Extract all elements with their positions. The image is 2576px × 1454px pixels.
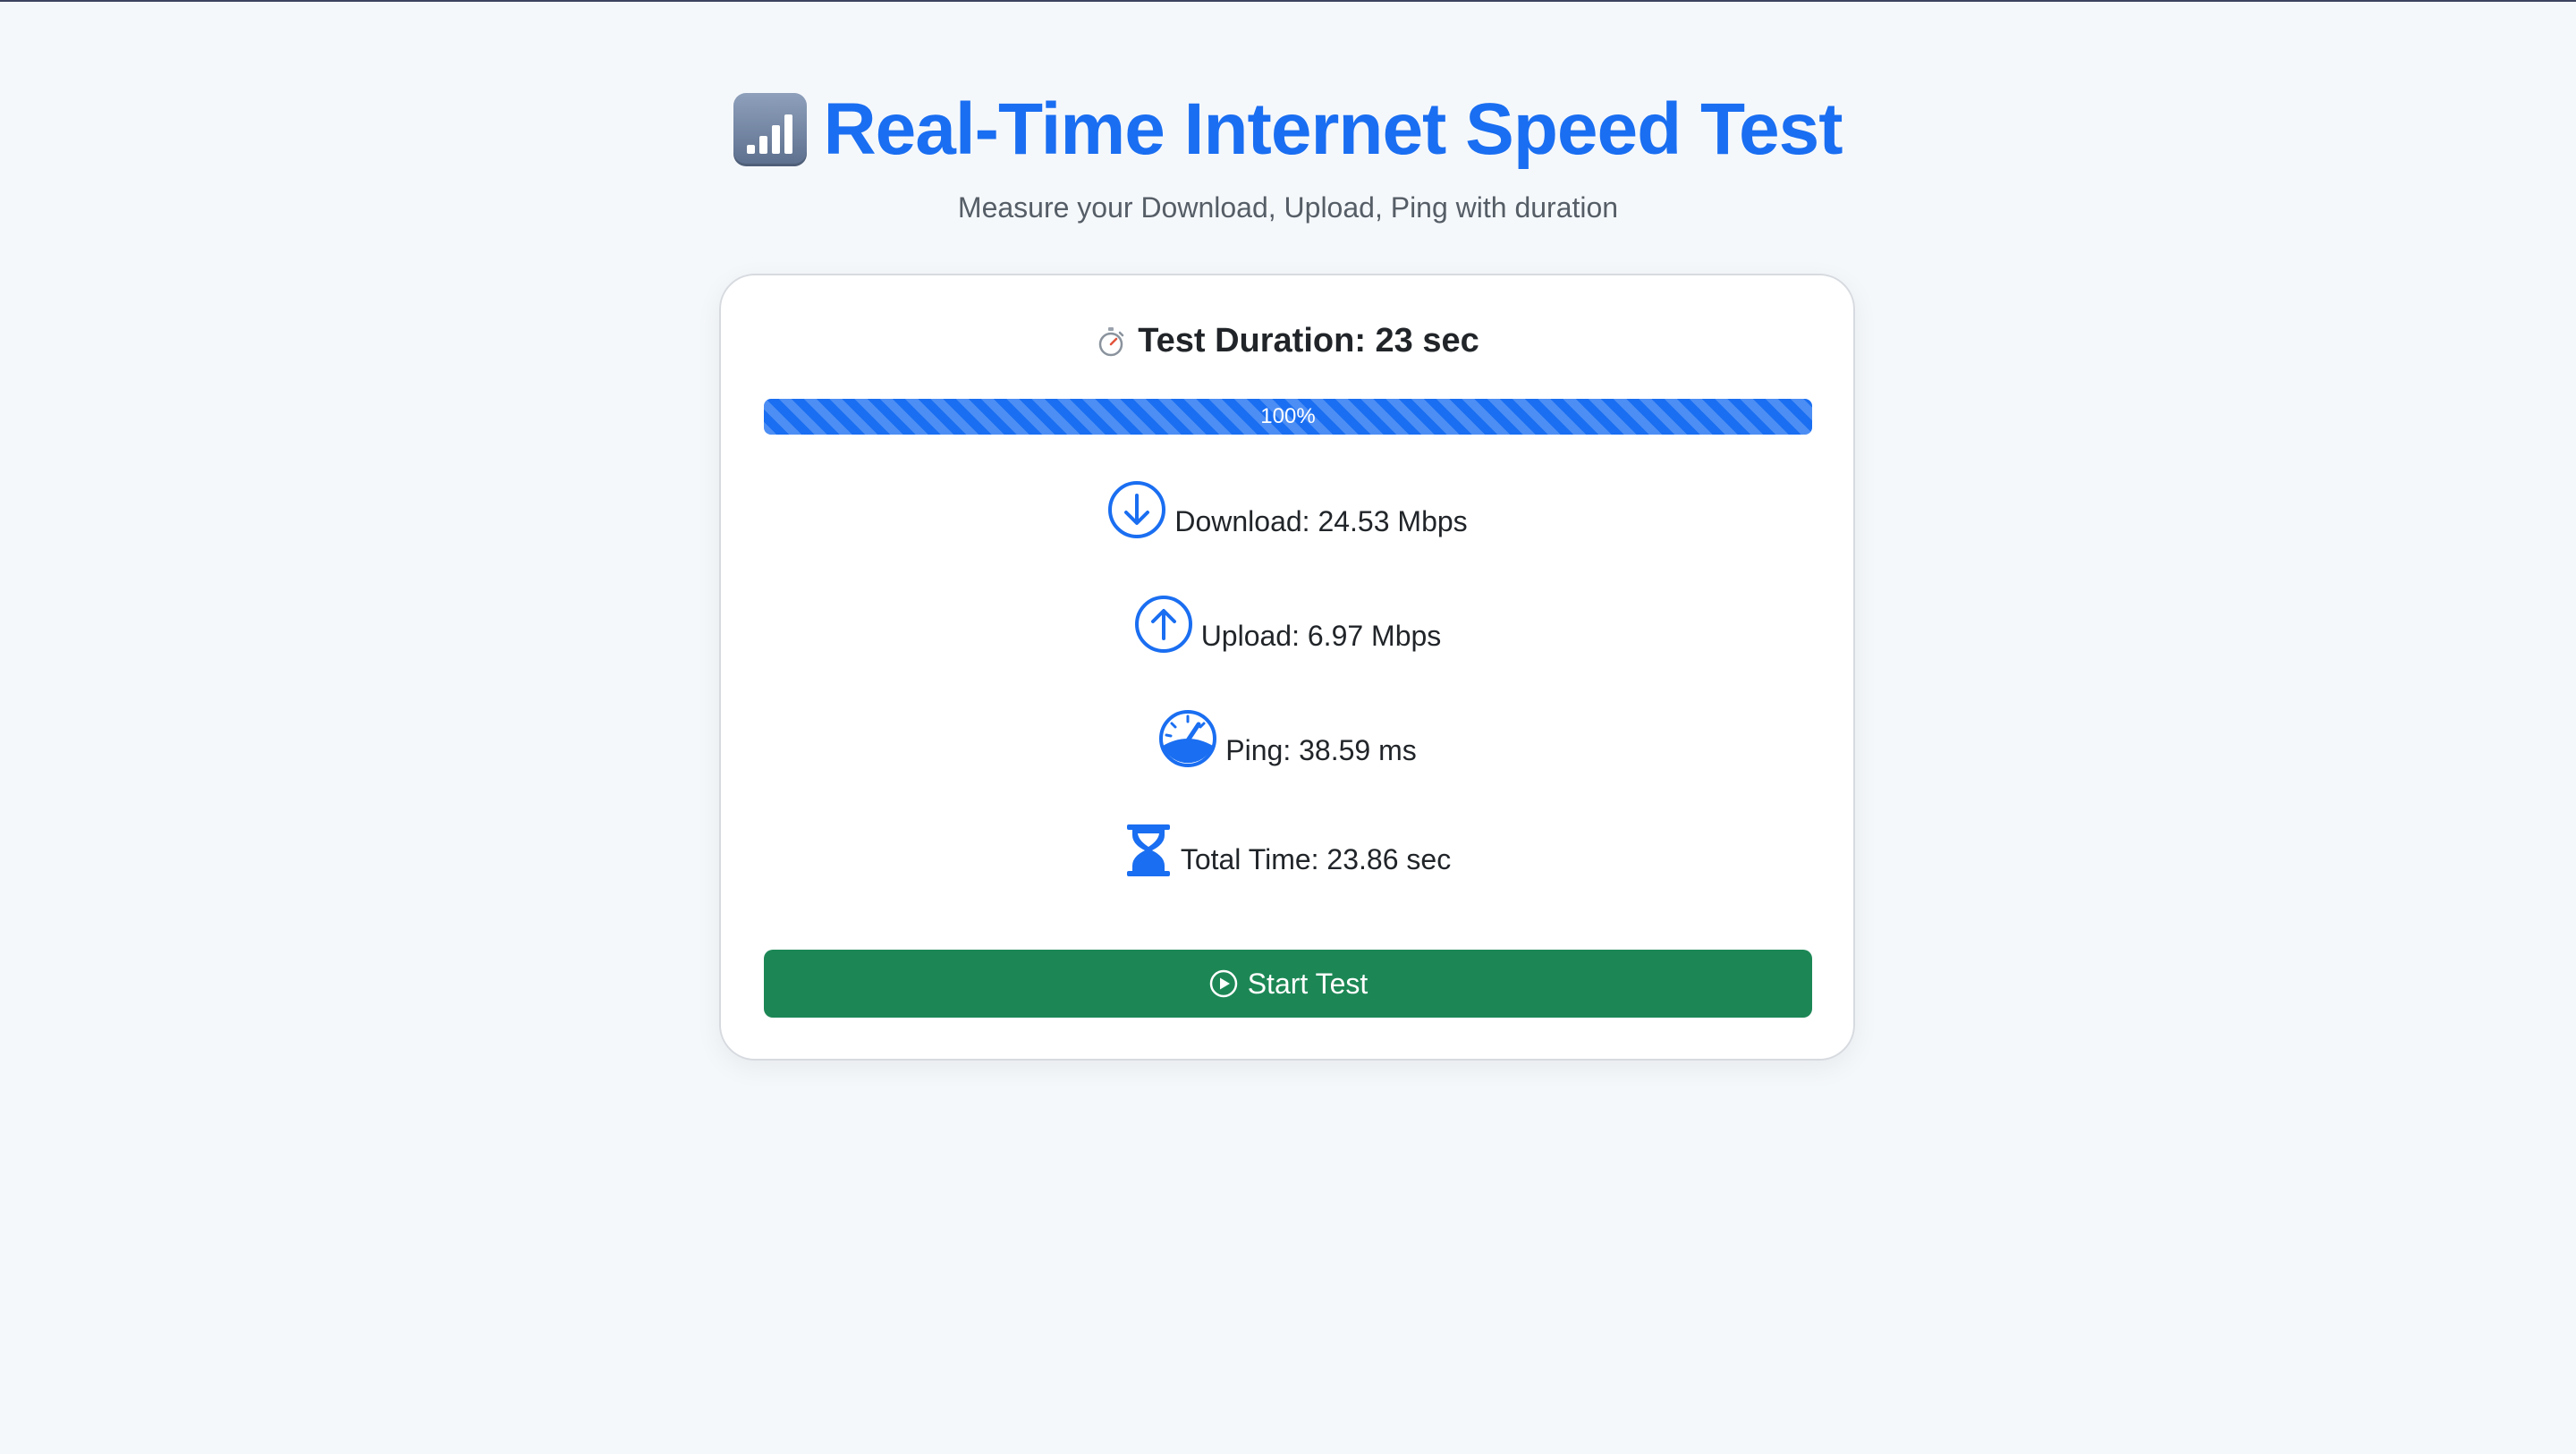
progress-bar: 100%	[764, 399, 1812, 435]
hourglass-icon	[1126, 824, 1170, 876]
page-title: Real-Time Internet Speed Test	[823, 89, 1843, 170]
ping-label: Ping: 38.59 ms	[1225, 734, 1417, 766]
page-subtitle: Measure your Download, Upload, Ping with…	[957, 191, 1619, 224]
download-stat: Download: 24.53 Mbps	[721, 479, 1853, 547]
stopwatch-icon	[1098, 326, 1124, 356]
total-time-stat: Total Time: 23.86 sec	[721, 823, 1853, 885]
download-label: Download: 24.53 Mbps	[1174, 505, 1468, 537]
total-time-label: Total Time: 23.86 sec	[1180, 843, 1452, 875]
speed-test-card: Test Duration: 23 sec 100% Download: 24.…	[719, 274, 1855, 1061]
title-row: Real-Time Internet Speed Test	[733, 88, 1843, 172]
test-duration-label: Test Duration: 23 sec	[1138, 322, 1479, 359]
progress-label: 100%	[1260, 404, 1316, 428]
progress-fill: 100%	[764, 399, 1812, 435]
upload-arrow-circle-icon	[1134, 596, 1192, 653]
play-circle-icon	[1209, 969, 1237, 998]
top-border	[0, 0, 2576, 2]
page-header: Real-Time Internet Speed Test Measure yo…	[0, 88, 2576, 224]
upload-label: Upload: 6.97 Mbps	[1200, 620, 1442, 652]
start-test-button[interactable]: Start Test	[764, 950, 1812, 1018]
download-arrow-circle-icon	[1108, 481, 1166, 538]
speedometer-icon	[1159, 710, 1217, 767]
test-duration: Test Duration: 23 sec	[721, 322, 1853, 367]
start-test-label: Start Test	[1247, 967, 1368, 1000]
upload-stat: Upload: 6.97 Mbps	[721, 594, 1853, 662]
signal-bars-icon	[733, 93, 808, 166]
ping-stat: Ping: 38.59 ms	[721, 708, 1853, 776]
